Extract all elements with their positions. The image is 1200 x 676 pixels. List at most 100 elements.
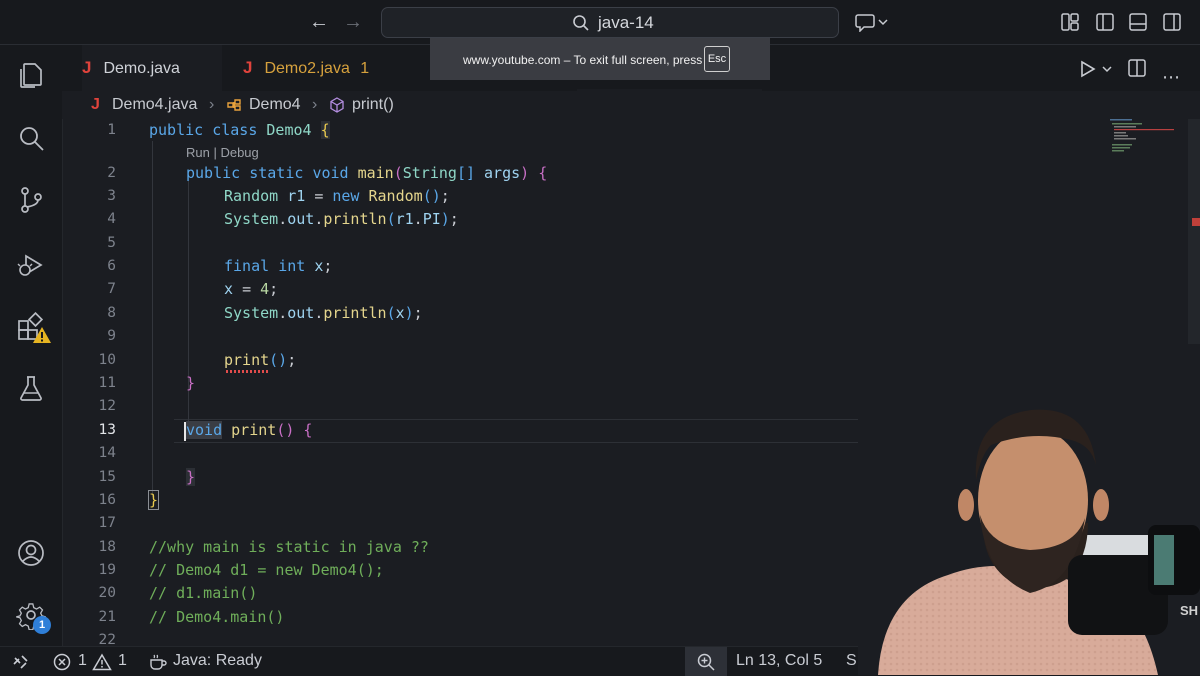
chevron-down-icon[interactable]	[1101, 63, 1113, 75]
toggle-panel-icon[interactable]	[1128, 12, 1148, 32]
class-symbol-icon	[227, 99, 241, 111]
code-line-6: final int x;	[224, 257, 333, 275]
presenter-video: SH	[858, 385, 1200, 675]
comment-line-21: // Demo4.main()	[149, 608, 285, 626]
copilot-chat-icon[interactable]	[855, 12, 891, 32]
chevron-right-icon: ›	[312, 96, 318, 113]
code-line-4: System.out.println(r1.PI);	[224, 210, 459, 228]
line-number: 11	[98, 375, 116, 391]
line-number: 21	[98, 609, 116, 625]
fullscreen-message: www.youtube.com – To exit full screen, p…	[463, 53, 703, 67]
customize-layout-icon[interactable]	[1060, 12, 1080, 32]
breadcrumb-class[interactable]: Demo4	[249, 96, 301, 114]
line-number: 12	[98, 398, 116, 414]
fullscreen-exit-banner: www.youtube.com – To exit full screen, p…	[430, 38, 770, 80]
line-number: 16	[98, 492, 116, 508]
warning-badge-icon	[33, 327, 51, 343]
java-file-icon: J	[82, 58, 92, 77]
indent-guide	[152, 141, 153, 497]
code-line-16: }	[147, 490, 160, 510]
search-text: java-14	[598, 13, 654, 32]
comment-line-18: //why main is static in java ??	[149, 538, 429, 556]
testing-flask-icon[interactable]	[16, 373, 46, 403]
source-control-icon[interactable]	[16, 185, 46, 215]
line-number: 6	[107, 258, 116, 274]
line-number: 8	[107, 305, 116, 321]
esc-key-hint: Esc	[704, 46, 730, 72]
tab-label: Demo2.java	[264, 60, 350, 77]
code-line-11: }	[186, 374, 196, 392]
comment-line-19: // Demo4 d1 = new Demo4();	[149, 561, 384, 579]
account-icon[interactable]	[16, 538, 46, 568]
line-number: 2	[107, 165, 116, 181]
explorer-icon[interactable]	[16, 60, 46, 90]
error-icon[interactable]	[53, 653, 71, 671]
codelens-run-debug[interactable]: Run | Debug	[186, 145, 259, 160]
toggle-sidebar-icon[interactable]	[1095, 12, 1115, 32]
code-line-13: void print() {	[186, 421, 313, 439]
breadcrumb-file[interactable]: Demo4.java	[112, 96, 197, 114]
line-number: 5	[107, 235, 116, 251]
command-center-search[interactable]: java-14	[381, 7, 839, 38]
line-number: 13	[98, 422, 116, 438]
line-number: 3	[107, 188, 116, 204]
line-number: 15	[98, 469, 116, 485]
code-line-1: public class Demo4 {	[149, 121, 330, 139]
comment-line-20: // d1.main()	[149, 584, 258, 602]
line-number: 20	[98, 585, 116, 601]
line-number: 18	[98, 539, 116, 555]
line-number: 4	[107, 211, 116, 227]
line-number: 19	[98, 562, 116, 578]
remote-icon[interactable]	[12, 654, 30, 670]
vertical-scrollbar[interactable]	[1188, 119, 1200, 344]
code-line-7: x = 4;	[224, 280, 279, 298]
webcam-overlay: SH	[858, 385, 1200, 675]
method-symbol-icon	[330, 97, 344, 113]
error-marker	[1192, 218, 1200, 226]
code-line-10: print();	[224, 351, 297, 369]
indentation-status[interactable]: S	[846, 652, 857, 670]
code-line-15: }	[186, 468, 196, 486]
svg-text:SH: SH	[1180, 603, 1198, 618]
arrow-right-icon[interactable]: →	[341, 11, 365, 33]
split-editor-icon[interactable]	[1127, 58, 1147, 78]
line-number: 10	[98, 352, 116, 368]
line-number: 9	[107, 328, 116, 344]
line-number: 1	[107, 122, 116, 138]
tab-demo-java[interactable]: J Demo.java	[82, 45, 222, 91]
breadcrumb-method[interactable]: print()	[352, 96, 394, 114]
text-cursor	[184, 422, 186, 441]
java-file-icon: J	[91, 96, 100, 113]
error-count[interactable]: 1	[78, 652, 87, 670]
code-line-2: public static void main(String[] args) {	[186, 164, 548, 182]
zoom-button[interactable]	[685, 647, 727, 676]
cursor-position[interactable]: Ln 13, Col 5	[736, 652, 822, 670]
breadcrumb: J Demo4.java › Demo4 › print()	[62, 91, 1200, 119]
run-debug-icon[interactable]	[16, 250, 46, 280]
settings-update-badge: 1	[33, 616, 51, 634]
indent-guide	[188, 181, 189, 435]
code-line-3: Random r1 = new Random();	[224, 187, 450, 205]
search-icon	[573, 15, 589, 31]
arrow-left-icon[interactable]: ←	[307, 11, 331, 33]
line-number: 17	[98, 515, 116, 531]
warning-icon[interactable]	[92, 653, 112, 671]
error-squiggle	[224, 370, 270, 373]
chevron-right-icon: ›	[209, 96, 215, 113]
zoom-in-icon	[697, 653, 715, 671]
line-number: 7	[107, 281, 116, 297]
run-play-icon[interactable]	[1078, 59, 1098, 79]
java-status[interactable]: Java: Ready	[173, 652, 262, 670]
tab-label: Demo.java	[103, 60, 180, 77]
problem-count-badge: 1	[360, 60, 370, 77]
search-icon[interactable]	[16, 123, 46, 153]
more-actions-icon[interactable]: ⋯	[1162, 67, 1181, 88]
toggle-secondary-sidebar-icon[interactable]	[1162, 12, 1182, 32]
java-file-icon: J	[243, 58, 253, 77]
minimap[interactable]	[1110, 119, 1190, 179]
java-coffee-icon	[150, 654, 167, 670]
line-number: 14	[98, 445, 116, 461]
activity-bar	[0, 45, 63, 646]
code-line-8: System.out.println(x);	[224, 304, 423, 322]
warning-count[interactable]: 1	[118, 652, 127, 670]
